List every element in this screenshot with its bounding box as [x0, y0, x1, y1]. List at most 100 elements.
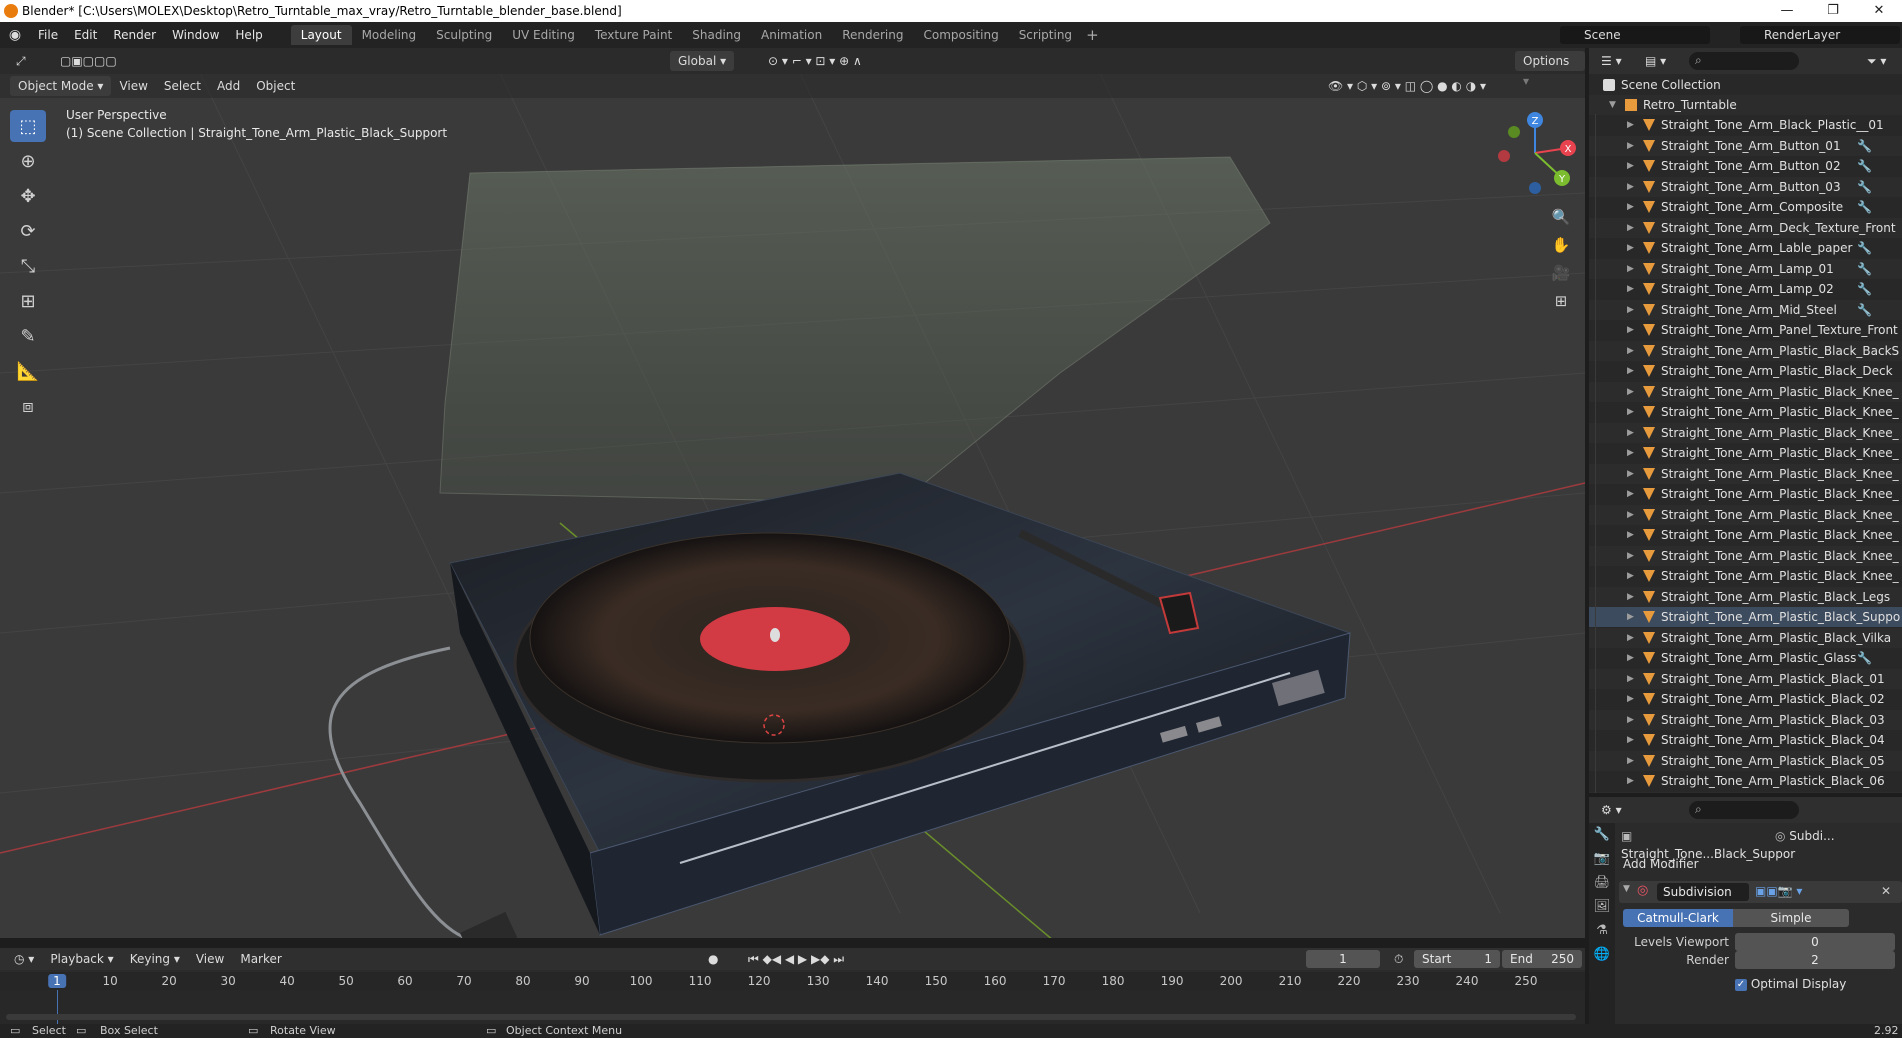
transform-tool-icon[interactable]: ⊞	[10, 285, 46, 317]
expand-arrow-icon[interactable]: ▶	[1627, 443, 1634, 463]
outliner-item[interactable]: ▶ Straight_Tone_Arm_Plastic_Black_Knee_	[1589, 402, 1902, 422]
modifier-visibility-icons[interactable]: ▣▣📷 ▾	[1755, 884, 1802, 898]
expand-arrow-icon[interactable]: ▶	[1627, 771, 1634, 791]
menu-add[interactable]: Add	[209, 76, 248, 96]
outliner-item[interactable]: ▶ Straight_Tone_Arm_Button_01 🔧	[1589, 135, 1902, 156]
expand-arrow-icon[interactable]: ▶	[1627, 218, 1634, 238]
pivot-snap-icons[interactable]: ⊙ ▾ ⌐ ▾ ⊡ ▾ ⊕ ∧	[760, 51, 870, 71]
tab-scene-icon[interactable]: ⚗	[1589, 919, 1615, 943]
outliner-item[interactable]: ▶ Straight_Tone_Arm_Plastic_Black_BackS	[1589, 340, 1902, 361]
blender-logo-icon[interactable]: ◉	[0, 27, 30, 43]
outliner[interactable]: ☰ ▾ ▤ ▾ ⌕ ⏷ ▾ Scene Collection ▼ Retro_T…	[1589, 48, 1902, 793]
modifier-wrench-icon[interactable]: 🔧	[1857, 156, 1872, 176]
tab-animation[interactable]: Animation	[751, 25, 832, 45]
annotate-tool-icon[interactable]: ✎	[10, 320, 46, 352]
expand-arrow-icon[interactable]: ▶	[1627, 259, 1634, 279]
options-dropdown[interactable]: Options ▾	[1515, 51, 1585, 88]
outliner-item[interactable]: ▶ Straight_Tone_Arm_Plastick_Black_04	[1589, 730, 1902, 750]
record-keyframe-icon[interactable]: ●	[700, 949, 726, 969]
expand-arrow-icon[interactable]: ▶	[1627, 689, 1634, 709]
menu-select[interactable]: Select	[156, 76, 209, 96]
catmull-clark-button[interactable]: Catmull-Clark	[1623, 909, 1733, 927]
menu-view[interactable]: View	[111, 76, 155, 96]
object-mode-dropdown[interactable]: Object Mode ▾	[10, 76, 112, 96]
expand-arrow-icon[interactable]: ▶	[1627, 197, 1634, 217]
outliner-item[interactable]: ▶ Straight_Tone_Arm_Plastic_Black_Deck	[1589, 361, 1902, 381]
expand-arrow-icon[interactable]: ▶	[1627, 484, 1634, 504]
expand-arrow-icon[interactable]: ▶	[1627, 669, 1634, 689]
expand-arrow-icon[interactable]: ▶	[1627, 402, 1634, 422]
modifier-wrench-icon[interactable]: 🔧	[1857, 300, 1872, 320]
expand-arrow-icon[interactable]: ▶	[1627, 361, 1634, 381]
menu-file[interactable]: File	[30, 28, 66, 42]
timeline-scrollbar[interactable]	[6, 1014, 1576, 1020]
camera-view-icon[interactable]: 🎥	[1548, 260, 1574, 286]
outliner-item[interactable]: ▶ Straight_Tone_Arm_Plastick_Black_03	[1589, 709, 1902, 730]
expand-arrow-icon[interactable]: ▶	[1627, 792, 1634, 794]
modifier-tab-field[interactable]: ◎ Subdi...	[1775, 827, 1895, 845]
pan-hand-icon[interactable]: ✋	[1548, 232, 1574, 258]
minimize-button[interactable]: —	[1764, 0, 1810, 22]
tab-rendering[interactable]: Rendering	[832, 25, 913, 45]
outliner-item[interactable]: ▶ Straight_Tone_Arm_Plastick_Black_01	[1589, 668, 1902, 689]
tab-render-icon[interactable]: 📷	[1589, 847, 1615, 871]
tab-modeling[interactable]: Modeling	[352, 25, 427, 45]
expand-arrow-icon[interactable]: ▶	[1627, 136, 1634, 156]
properties-search-input[interactable]: ⌕	[1689, 801, 1799, 819]
outliner-search-input[interactable]: ⌕	[1689, 52, 1799, 70]
expand-arrow-icon[interactable]: ▶	[1627, 300, 1634, 320]
maximize-button[interactable]: ❐	[1810, 0, 1856, 22]
outliner-item[interactable]: ▶ Straight_Tone_Arm_Plastic_Black_Suppo	[1589, 607, 1902, 627]
expand-arrow-icon[interactable]: ▶	[1627, 341, 1634, 361]
outliner-item[interactable]: ▶ Straight_Tone_Arm_Plastic_Black_Knee_	[1589, 443, 1902, 463]
cursor-tool-icon[interactable]: ⊕	[10, 145, 46, 177]
expand-arrow-icon[interactable]: ▶	[1627, 546, 1634, 566]
menu-timeline-view[interactable]: View	[188, 949, 232, 969]
tab-output-icon[interactable]: 🖨	[1589, 871, 1615, 895]
zoom-icon[interactable]: 🔍	[1548, 204, 1574, 230]
viewport-scene[interactable]	[0, 48, 1585, 938]
optimal-display-checkbox[interactable]: ✓ Optimal Display	[1735, 975, 1846, 993]
outliner-item[interactable]: ▶ Straight_Tone_Arm_Deck_Texture_Front	[1589, 217, 1902, 238]
outliner-item[interactable]: ▶ Straight_Tone_Arm_Plastick_Black_07	[1589, 791, 1902, 794]
outliner-item[interactable]: ▶ Straight_Tone_Arm_Plastick_Black_02	[1589, 689, 1902, 709]
outliner-item[interactable]: ▶ Straight_Tone_Arm_Black_Plastic__01	[1589, 115, 1902, 135]
visibility-overlay-icons[interactable]: 👁 ▾ ⬡ ▾ ⊚ ▾ ◫ ◯ ● ◐ ◑ ▾	[1320, 76, 1494, 96]
tab-scripting[interactable]: Scripting	[1009, 25, 1082, 45]
playback-controls-icons[interactable]: ⏮ ◆◀ ◀ ▶ ▶◆ ⏭	[740, 949, 852, 969]
expand-arrow-icon[interactable]: ▶	[1627, 710, 1634, 730]
modifier-wrench-icon[interactable]: 🔧	[1857, 177, 1872, 197]
outliner-editor-type-icon[interactable]: ☰ ▾	[1593, 51, 1630, 71]
current-frame-marker[interactable]: 1	[48, 974, 66, 988]
expand-arrow-icon[interactable]: ▶	[1627, 115, 1634, 135]
outliner-item[interactable]: ▶ Straight_Tone_Arm_Plastic_Black_Knee_	[1589, 525, 1902, 545]
navigation-gizmo[interactable]: Z X Y	[1490, 108, 1580, 198]
expand-arrow-icon[interactable]: ▶	[1627, 382, 1634, 402]
add-cube-tool-icon[interactable]: ⧈	[10, 390, 46, 422]
render-levels-field[interactable]: 2	[1735, 951, 1895, 969]
expand-arrow-icon[interactable]: ▶	[1627, 566, 1634, 586]
expand-arrow-icon[interactable]: ▶	[1627, 607, 1634, 627]
outliner-item[interactable]: ▶ Straight_Tone_Arm_Plastic_Black_Knee_	[1589, 463, 1902, 484]
outliner-item[interactable]: ▶ Straight_Tone_Arm_Plastic_Black_Knee_	[1589, 381, 1902, 402]
outliner-item[interactable]: ▶ Straight_Tone_Arm_Button_03 🔧	[1589, 176, 1902, 197]
outliner-item[interactable]: ▶ Straight_Tone_Arm_Mid_Steel 🔧	[1589, 299, 1902, 320]
expand-arrow-icon[interactable]: ▶	[1627, 279, 1634, 299]
outliner-item[interactable]: ▶ Straight_Tone_Arm_Lamp_02 🔧	[1589, 279, 1902, 299]
outliner-item[interactable]: ▶ Straight_Tone_Arm_Panel_Texture_Front	[1589, 320, 1902, 340]
menu-edit[interactable]: Edit	[66, 28, 105, 42]
close-button[interactable]: ✕	[1856, 0, 1902, 22]
end-frame-field[interactable]: End 250	[1502, 950, 1582, 968]
tab-world-icon[interactable]: 🌐	[1589, 943, 1615, 967]
scene-selector[interactable]: Scene	[1560, 26, 1710, 44]
modifier-wrench-icon[interactable]: 🔧	[1857, 648, 1872, 668]
ortho-grid-icon[interactable]: ⊞	[1548, 288, 1574, 314]
expand-arrow-icon[interactable]: ▶	[1627, 423, 1634, 443]
expand-arrow-icon[interactable]: ▶	[1627, 505, 1634, 525]
outliner-item[interactable]: ▶ Straight_Tone_Arm_Plastic_Black_Knee_	[1589, 422, 1902, 443]
menu-help[interactable]: Help	[227, 28, 270, 42]
expand-arrow-icon[interactable]: ▶	[1627, 156, 1634, 176]
timeline-editor-type-icon[interactable]: ◷ ▾	[6, 949, 42, 969]
outliner-collection-retro-turntable[interactable]: ▼ Retro_Turntable	[1589, 95, 1902, 115]
collapse-arrow-icon[interactable]: ▼	[1623, 884, 1630, 894]
